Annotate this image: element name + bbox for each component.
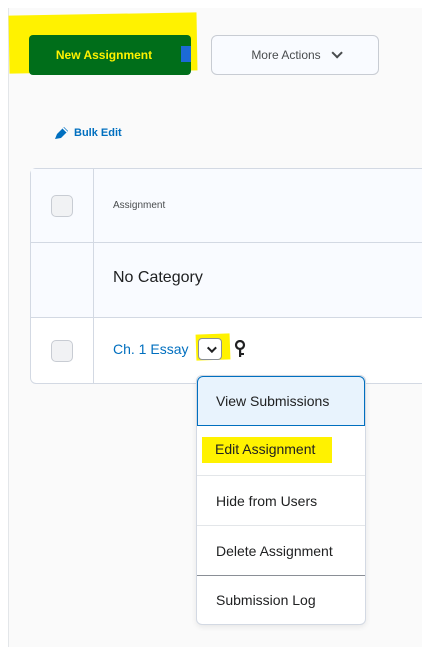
more-actions-label: More Actions [251, 48, 321, 62]
bulk-edit-link[interactable]: Bulk Edit [54, 126, 122, 140]
menu-item-delete-assignment[interactable]: Delete Assignment [197, 526, 365, 576]
category-label: No Category [113, 269, 203, 286]
chevron-down-icon [331, 47, 343, 59]
row-checkbox[interactable] [51, 340, 73, 362]
pencil-icon [55, 127, 68, 139]
select-all-checkbox[interactable] [51, 195, 73, 217]
assignment-context-menu: View Submissions Hide from Users Delete … [196, 375, 366, 625]
menu-item-submission-log[interactable]: Submission Log [197, 576, 365, 624]
menu-item-edit-assignment-label: Edit Assignment [215, 441, 316, 457]
column-divider [93, 169, 94, 242]
menu-item-view-submissions[interactable]: View Submissions [197, 376, 365, 426]
table-header-row: Assignment [31, 169, 422, 243]
assignment-actions-dropdown-button[interactable] [198, 338, 222, 360]
column-header-assignment: Assignment [113, 200, 166, 211]
column-divider [93, 243, 94, 317]
key-icon [234, 340, 246, 357]
chevron-down-icon [206, 342, 217, 353]
button-edge-marker [181, 46, 191, 62]
category-row: No Category [31, 243, 422, 318]
column-divider [93, 318, 94, 384]
bulk-edit-label: Bulk Edit [74, 127, 122, 139]
assignment-link[interactable]: Ch. 1 Essay [113, 341, 188, 357]
new-assignment-button[interactable]: New Assignment [29, 35, 191, 75]
new-assignment-label: New Assignment [55, 48, 153, 62]
more-actions-button[interactable]: More Actions [211, 35, 379, 75]
menu-item-hide-from-users[interactable]: Hide from Users [197, 476, 365, 526]
